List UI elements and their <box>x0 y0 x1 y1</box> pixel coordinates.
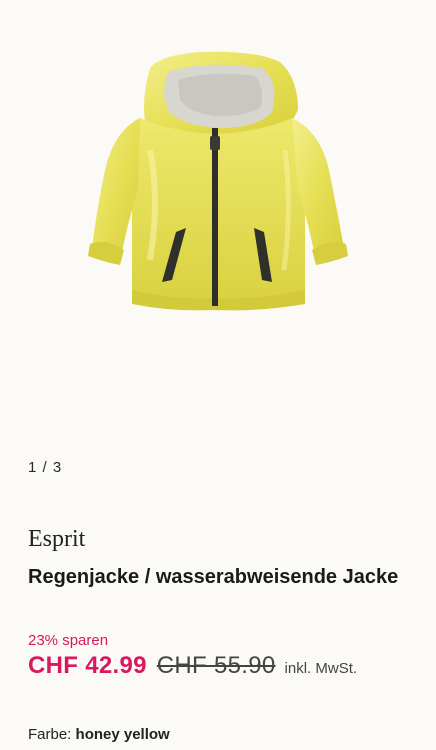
savings-badge: 23% sparen <box>28 632 109 649</box>
product-image[interactable] <box>0 0 436 440</box>
product-title: Regenjacke / wasserabweisende Jacke <box>28 566 399 588</box>
current-price: CHF 42.99 <box>28 652 147 679</box>
color-selection: Farbe: honey yellow <box>28 726 170 743</box>
original-price: CHF 55.90 <box>156 652 276 679</box>
color-label: Farbe: <box>28 726 72 743</box>
product-image-gallery[interactable] <box>0 0 436 440</box>
color-value: honey yellow <box>75 726 170 743</box>
brand-name[interactable]: Esprit <box>28 526 85 553</box>
vat-note: inkl. MwSt. <box>284 660 358 677</box>
gallery-pager: 1 / 3 <box>28 459 63 476</box>
price-row: CHF 42.99 CHF 55.90 inkl. MwSt. <box>28 652 357 680</box>
